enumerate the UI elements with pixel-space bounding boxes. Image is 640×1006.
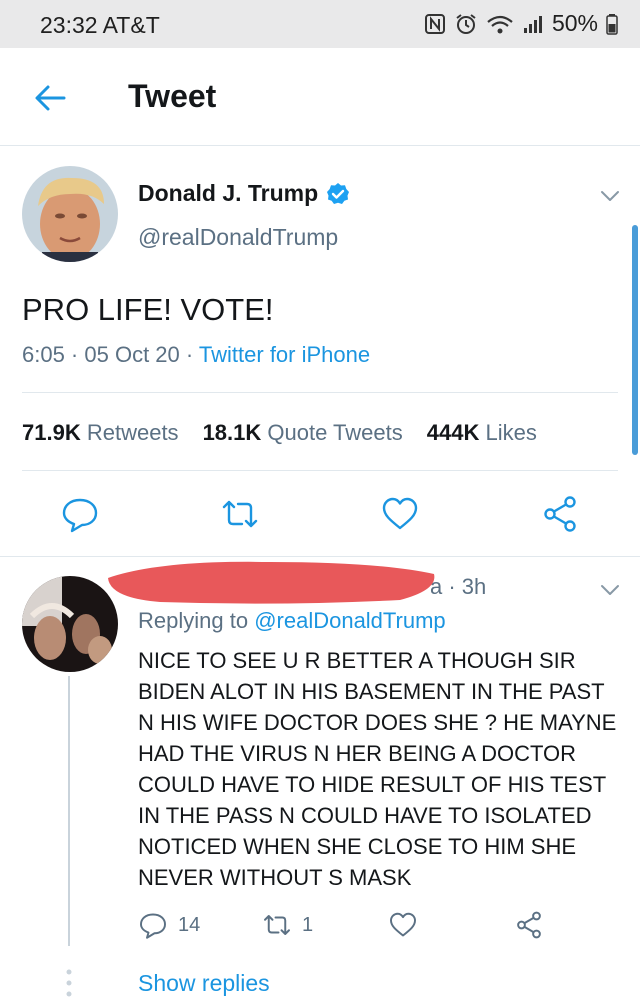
nfc-icon: [424, 13, 445, 34]
reply-retweet-button[interactable]: 1: [262, 910, 313, 940]
tweet-action-bar: [0, 490, 640, 538]
reply-action-bar: 14 1: [0, 910, 640, 950]
replying-to-mention[interactable]: @realDonaldTrump: [254, 608, 445, 633]
reply-like-button[interactable]: [388, 910, 418, 940]
back-button[interactable]: [30, 78, 70, 118]
redaction-scribble: [108, 561, 435, 604]
tweet-text: PRO LIFE! VOTE!: [22, 292, 274, 327]
status-bar: 23:32 AT&T 50%: [0, 0, 640, 48]
replying-to-label: Replying to: [138, 608, 255, 633]
reply-reply-button[interactable]: 14: [138, 910, 200, 940]
battery-percent: 50%: [551, 10, 598, 36]
heart-icon: [390, 912, 416, 937]
scroll-indicator[interactable]: [632, 225, 638, 455]
author-name[interactable]: Donald J. Trump: [138, 180, 350, 207]
thread-dots-icon: [66, 969, 72, 997]
author-avatar[interactable]: [22, 166, 118, 262]
divider: [22, 392, 618, 393]
verified-badge-icon: [327, 182, 350, 204]
retweets-label: Retweets: [86, 420, 179, 445]
tweet-timestamp: 6:05 · 05 Oct 20 ·: [22, 342, 199, 367]
page-title: Tweet: [128, 78, 217, 114]
show-replies-link[interactable]: Show replies: [138, 970, 270, 997]
retweets-count: 71.9K: [22, 420, 81, 445]
back-arrow-icon: [35, 85, 66, 111]
replying-to: Replying to @realDonaldTrump: [138, 608, 446, 634]
battery-icon: [606, 13, 618, 35]
chevron-down-icon: [601, 585, 619, 595]
reply-icon: [62, 498, 98, 533]
tweet-stats: 71.9K Retweets 18.1K Quote Tweets 444K L…: [22, 420, 537, 446]
author-handle[interactable]: @realDonaldTrump: [138, 224, 338, 251]
share-button[interactable]: [540, 494, 580, 534]
app-header: Tweet: [0, 48, 640, 146]
status-time-carrier: 23:32 AT&T: [40, 12, 160, 38]
retweet-icon: [264, 915, 290, 935]
reply-reply-count: 14: [178, 913, 201, 936]
chevron-down-icon: [601, 191, 619, 201]
likes-count: 444K: [426, 420, 480, 445]
status-icons: 50%: [424, 10, 618, 37]
reply-text: NICE TO SEE U R BETTER A THOUGH SIR BIDE…: [138, 648, 617, 890]
tweet-source-link[interactable]: Twitter for iPhone: [199, 342, 370, 367]
signal-icon: [523, 15, 542, 33]
likes-stat[interactable]: 444K Likes: [427, 420, 537, 446]
share-icon: [517, 911, 541, 939]
quote-tweets-label: Quote Tweets: [267, 420, 403, 445]
like-button[interactable]: [380, 494, 420, 534]
reply-button[interactable]: [60, 494, 100, 534]
reply-icon: [140, 913, 166, 939]
reply-share-button[interactable]: [514, 910, 544, 940]
heart-icon: [382, 497, 418, 530]
quote-tweets-count: 18.1K: [202, 420, 262, 445]
alarm-icon: [456, 13, 476, 34]
reply-menu-button[interactable]: [596, 576, 624, 604]
quote-tweets-stat[interactable]: 18.1K Quote Tweets: [203, 420, 403, 446]
thread-line: [68, 676, 70, 946]
wifi-icon: [487, 15, 513, 33]
author-name-text: Donald J. Trump: [138, 180, 319, 206]
divider: [22, 470, 618, 471]
tweet-meta: 6:05 · 05 Oct 20 · Twitter for iPhone: [22, 342, 370, 368]
retweet-button[interactable]: [220, 494, 260, 534]
share-icon: [544, 496, 576, 532]
tweet-menu-button[interactable]: [596, 182, 624, 210]
likes-label: Likes: [485, 420, 537, 445]
retweet-icon: [222, 500, 258, 528]
retweets-stat[interactable]: 71.9K Retweets: [22, 420, 179, 446]
reply-retweet-count: 1: [302, 913, 314, 936]
